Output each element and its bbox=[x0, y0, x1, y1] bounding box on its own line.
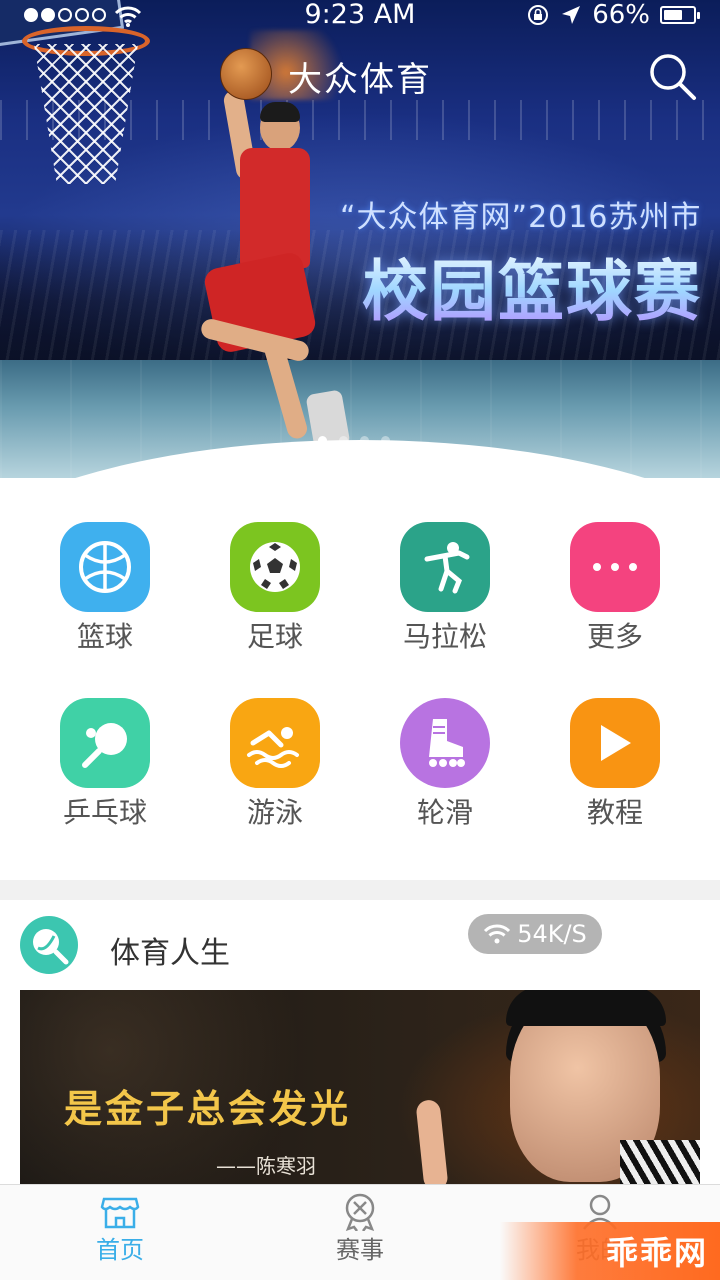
video-author: ——陈寒羽 bbox=[216, 1154, 316, 1178]
video-quote: 是金子总会发光 bbox=[64, 1087, 352, 1131]
video-card[interactable]: 是金子总会发光 ——陈寒羽 bbox=[20, 990, 700, 1190]
status-right-group: 66% bbox=[526, 0, 700, 30]
category-icon-bg bbox=[60, 698, 150, 788]
home-store-icon bbox=[100, 1197, 140, 1229]
category-tutorial[interactable]: 教程 bbox=[530, 698, 700, 830]
tab-home[interactable]: 首页 bbox=[60, 1193, 180, 1265]
medal-icon bbox=[345, 1193, 375, 1231]
battery-fill bbox=[664, 10, 682, 20]
battery-percentage: 66% bbox=[592, 0, 650, 30]
section-title: 体育人生 bbox=[110, 936, 230, 971]
speaker-hair-top bbox=[506, 990, 666, 1026]
category-icon-bg bbox=[230, 698, 320, 788]
player-jersey bbox=[240, 148, 310, 268]
tab-events[interactable]: 赛事 bbox=[300, 1193, 420, 1265]
category-soccer[interactable]: 足球 bbox=[190, 522, 360, 654]
category-label: 轮滑 bbox=[416, 796, 473, 829]
category-icon-bg bbox=[570, 698, 660, 788]
category-icon-bg bbox=[230, 522, 320, 612]
category-more[interactable]: 更多 bbox=[530, 522, 700, 654]
category-swimming[interactable]: 游泳 bbox=[190, 698, 360, 830]
search-icon[interactable] bbox=[646, 50, 698, 102]
network-speed-text: 54K/S bbox=[517, 920, 587, 948]
runner-icon bbox=[424, 542, 470, 594]
category-grid: 篮球 足球 马拉松 更多 乒乓球 游泳 轮滑 教程 bbox=[20, 522, 700, 830]
category-icon-bg bbox=[400, 698, 490, 788]
basketball-icon bbox=[79, 541, 131, 593]
basketball-player-illustration bbox=[190, 30, 370, 451]
wifi-icon bbox=[484, 924, 511, 944]
category-basketball[interactable]: 篮球 bbox=[20, 522, 190, 654]
category-label: 篮球 bbox=[76, 620, 133, 653]
speaker-finger bbox=[415, 1098, 449, 1190]
network-speed-badge: 54K/S bbox=[468, 914, 602, 954]
tab-label: 首页 bbox=[96, 1236, 144, 1264]
category-label: 教程 bbox=[586, 796, 643, 829]
category-label: 乒乓球 bbox=[62, 796, 147, 829]
site-watermark: 乖乖网 bbox=[500, 1222, 720, 1280]
location-arrow-icon bbox=[562, 6, 581, 24]
status-bar: 9:23 AM 66% bbox=[0, 0, 720, 32]
section-logo bbox=[20, 916, 78, 974]
category-label: 更多 bbox=[586, 620, 643, 653]
category-label: 游泳 bbox=[246, 796, 303, 829]
speaker-shirt bbox=[620, 1140, 700, 1190]
section-divider bbox=[0, 880, 720, 900]
app-title: 大众体育 bbox=[288, 60, 432, 100]
roller-skate-icon bbox=[429, 719, 465, 767]
player-hair bbox=[260, 102, 300, 122]
category-ping-pong[interactable]: 乒乓球 bbox=[20, 698, 190, 830]
rotation-lock-icon bbox=[528, 5, 549, 25]
category-roller-skating[interactable]: 轮滑 bbox=[360, 698, 530, 830]
more-dots-icon bbox=[593, 563, 637, 571]
category-marathon[interactable]: 马拉松 bbox=[360, 522, 530, 654]
category-icon-bg bbox=[400, 522, 490, 612]
search-bubble-icon bbox=[33, 929, 69, 965]
swimmer-icon bbox=[247, 727, 299, 768]
category-label: 足球 bbox=[246, 620, 303, 653]
category-icon-bg bbox=[60, 522, 150, 612]
ping-pong-icon bbox=[82, 723, 127, 768]
banner-subtitle: “大众体育网”2016苏州市 bbox=[340, 200, 702, 235]
category-label: 马拉松 bbox=[402, 620, 487, 653]
banner-headline: 校园篮球赛 bbox=[362, 238, 702, 334]
soccer-ball-icon bbox=[250, 542, 300, 592]
battery-icon bbox=[660, 6, 700, 24]
category-icon-bg bbox=[570, 522, 660, 612]
tab-label: 赛事 bbox=[336, 1236, 384, 1264]
play-icon bbox=[601, 725, 631, 761]
